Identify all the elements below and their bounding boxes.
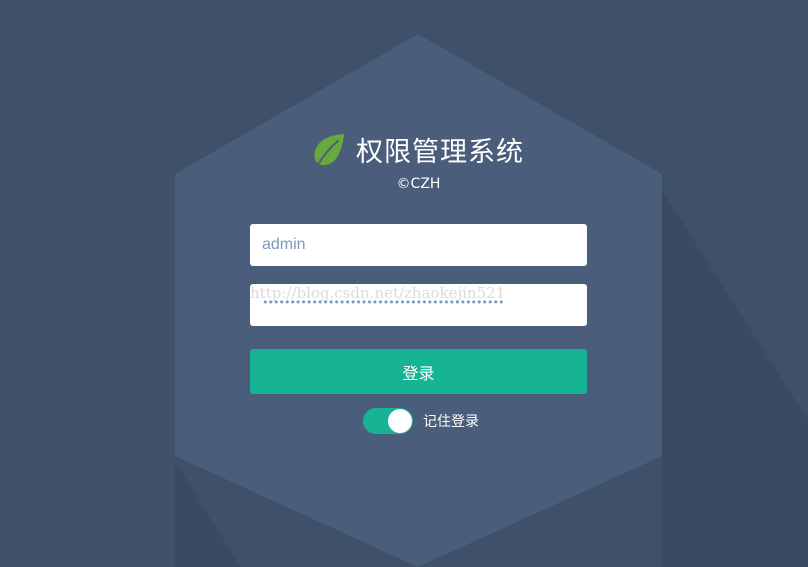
toggle-knob[interactable] — [388, 409, 412, 433]
remember-label: 记住登录 — [423, 414, 479, 430]
login-button[interactable]: 登录 — [250, 349, 587, 394]
copyright-text: ©CZH — [396, 176, 441, 192]
username-input[interactable] — [250, 224, 587, 266]
remember-login[interactable]: 记住登录 — [363, 408, 479, 434]
password-mask[interactable]: ••••••••••••••••••••••••••••••••••••••••… — [262, 296, 504, 309]
remember-toggle[interactable] — [363, 408, 413, 434]
username-field[interactable] — [250, 224, 587, 266]
app-title: 权限管理系统 — [356, 137, 524, 168]
leaf-icon — [314, 133, 345, 166]
brand: 权限管理系统 — [310, 130, 524, 169]
password-field[interactable]: ••••••••••••••••••••••••••••••••••••••••… — [250, 284, 587, 326]
